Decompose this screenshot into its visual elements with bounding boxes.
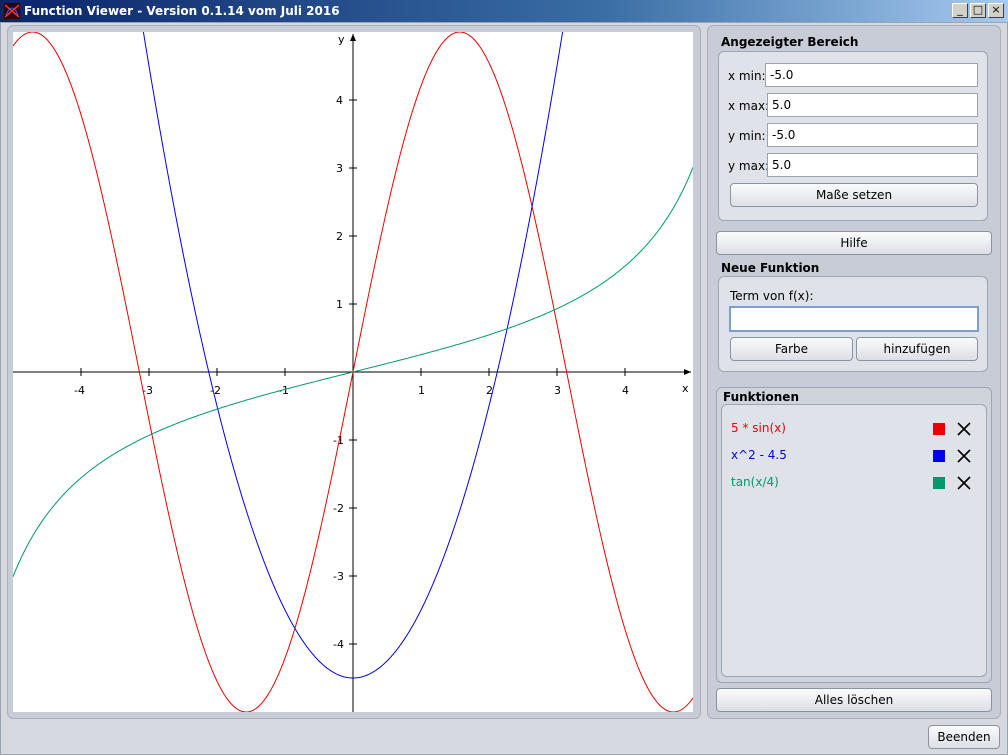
x-tick-label: 3 [554, 384, 561, 397]
term-input[interactable] [729, 306, 979, 332]
function-term[interactable]: x^2 - 4.5 [731, 448, 787, 462]
color-swatch[interactable] [933, 477, 945, 489]
y-tick-label: 3 [336, 162, 343, 175]
xmax-label: x max: [728, 99, 770, 113]
window-title: Function Viewer - Version 0.1.14 vom Jul… [24, 4, 340, 18]
color-button[interactable]: Farbe [730, 337, 853, 361]
delete-icon[interactable] [956, 475, 972, 491]
y-tick-label: 1 [336, 298, 343, 311]
new-function-title: Neue Funktion [721, 261, 820, 275]
xmin-field[interactable] [765, 63, 978, 87]
function-item-2[interactable]: x^2 - 4.5 [731, 448, 976, 466]
range-group-title: Angezeigter Bereich [721, 35, 859, 49]
plot-area[interactable]: x y -4 -3 -2 -1 1 2 3 4 -4 -3 -2 -1 1 2 3 4 [13, 32, 693, 712]
app-icon [4, 3, 20, 19]
xmax-field[interactable] [767, 93, 978, 117]
x-axis-label: x [682, 382, 689, 395]
y-tick-label: -4 [333, 638, 344, 651]
term-label: Term von f(x): [730, 289, 814, 303]
function-item-3[interactable]: tan(x/4) [731, 475, 976, 493]
color-swatch[interactable] [933, 423, 945, 435]
x-tick-label: 1 [418, 384, 425, 397]
add-function-button[interactable]: hinzufügen [856, 337, 978, 361]
functions-list [721, 404, 987, 677]
y-tick-label: 2 [336, 230, 343, 243]
ymin-label: y min: [728, 129, 766, 143]
clear-all-button[interactable]: Alles löschen [716, 688, 992, 712]
x-tick-label: 4 [622, 384, 629, 397]
function-plot[interactable]: xy-4 -3 -2 -1 1 2 3 4-4-3-2-11234 [13, 32, 693, 712]
exit-button[interactable]: Beenden [928, 725, 1000, 749]
function-item-1[interactable]: 5 * sin(x) [731, 421, 976, 439]
delete-icon[interactable] [956, 421, 972, 437]
set-range-button[interactable]: Maße setzen [730, 183, 978, 207]
functions-title: Funktionen [723, 390, 799, 404]
y-tick-label: -3 [333, 570, 344, 583]
minimize-button[interactable]: _ [952, 3, 968, 18]
color-swatch[interactable] [933, 450, 945, 462]
ymax-label: y max: [728, 159, 770, 173]
y-axis-arrow [350, 34, 356, 41]
function-term[interactable]: tan(x/4) [731, 475, 779, 489]
y-axis-label: y [338, 33, 345, 46]
function-term[interactable]: 5 * sin(x) [731, 421, 786, 435]
y-tick-label: -2 [333, 502, 344, 515]
help-button[interactable]: Hilfe [716, 231, 992, 255]
y-tick-label: 4 [336, 94, 343, 107]
xmin-label: x min: [728, 69, 766, 83]
ymax-field[interactable] [767, 153, 978, 177]
maximize-button[interactable]: □ [970, 3, 986, 18]
title-bar[interactable]: Function Viewer - Version 0.1.14 vom Jul… [0, 0, 1008, 22]
close-button[interactable]: × [988, 3, 1004, 18]
x-tick-label: -4 [74, 384, 85, 397]
x-axis-arrow [684, 369, 691, 375]
ymin-field[interactable] [767, 123, 978, 147]
delete-icon[interactable] [956, 448, 972, 464]
